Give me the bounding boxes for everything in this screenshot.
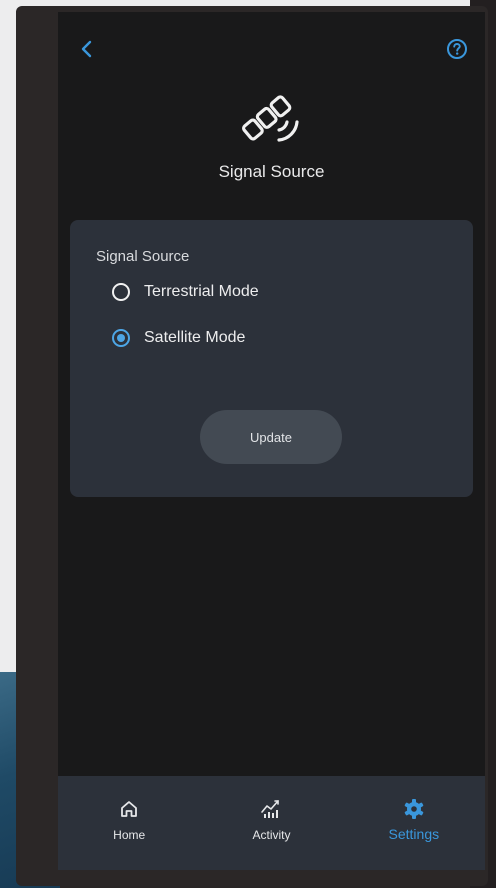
terrestrial-mode-option[interactable]: Terrestrial Mode [112, 283, 259, 301]
phone-frame: Signal Source Signal Source Terrestrial … [16, 6, 488, 886]
nav-label-home: Home [113, 828, 146, 842]
update-button[interactable]: Update [200, 410, 342, 464]
help-button[interactable] [445, 37, 469, 61]
app-screen: Signal Source Signal Source Terrestrial … [58, 12, 485, 870]
nav-label-activity: Activity [252, 828, 291, 842]
bottom-nav: Home Activity Settings [58, 776, 485, 870]
nav-item-home[interactable]: Home [58, 776, 200, 870]
back-button[interactable] [76, 38, 98, 60]
card-title: Signal Source [96, 248, 190, 265]
radio-label-satellite: Satellite Mode [144, 329, 246, 346]
page-title: Signal Source [218, 162, 325, 181]
radio-label-terrestrial: Terrestrial Mode [144, 283, 259, 300]
radio-terrestrial[interactable] [112, 283, 130, 301]
nav-item-activity[interactable]: Activity [200, 776, 342, 870]
radio-satellite[interactable] [112, 329, 130, 347]
home-icon [121, 801, 138, 817]
activity-icon [261, 800, 280, 818]
gear-icon [404, 799, 424, 819]
signal-source-card: Signal Source Terrestrial Mode Satellite… [70, 220, 473, 497]
satellite-mode-option[interactable]: Satellite Mode [112, 329, 245, 347]
nav-item-settings[interactable]: Settings [343, 776, 485, 870]
chevron-left-icon [81, 40, 92, 58]
satellite-icon [242, 95, 299, 142]
question-circle-icon [447, 39, 467, 59]
nav-label-settings: Settings [388, 826, 440, 842]
